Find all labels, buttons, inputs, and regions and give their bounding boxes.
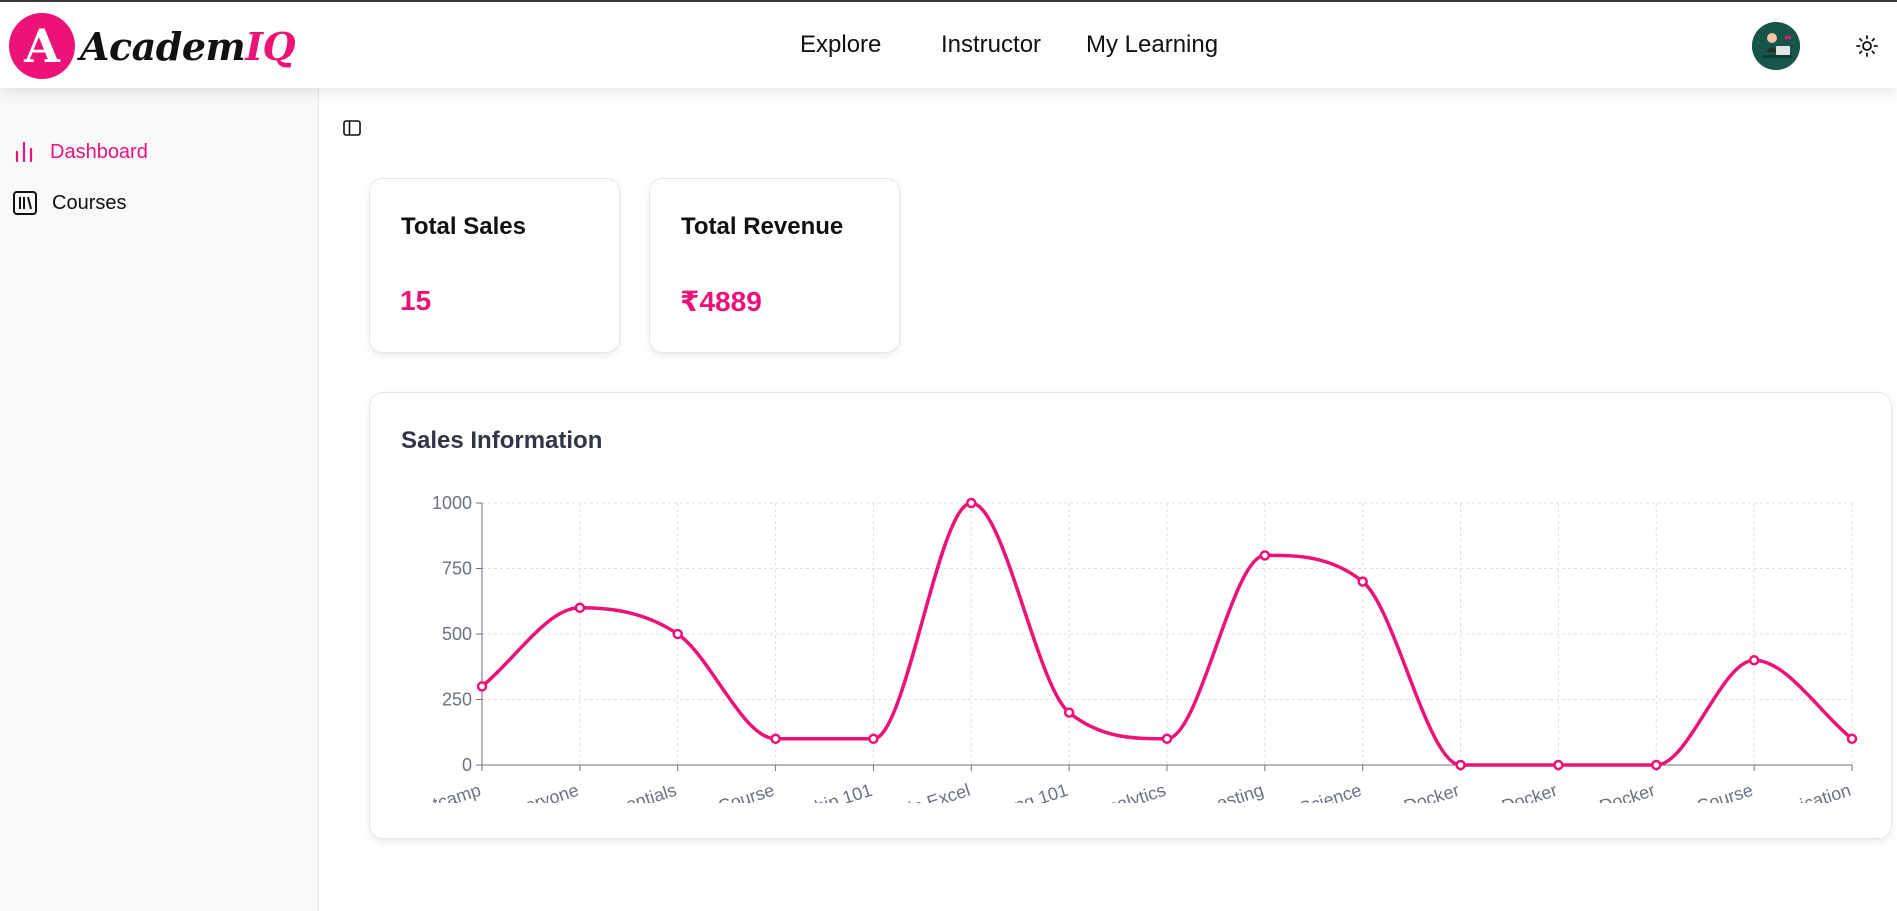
total-sales-value: 15 <box>400 285 432 316</box>
data-point <box>1748 654 1760 666</box>
logo-badge: A <box>9 13 75 79</box>
data-point <box>1259 550 1271 561</box>
total-revenue-value: ₹4889 <box>680 286 762 317</box>
library-icon <box>13 191 37 215</box>
total-sales-card: Total Sales 15 <box>369 178 620 353</box>
data-point <box>1846 733 1858 745</box>
x-tick-label: Docker <box>1597 780 1657 817</box>
data-point <box>770 733 781 745</box>
x-tick-label: nalytics <box>1105 780 1168 818</box>
x-tick-label: ng 101 <box>1012 780 1071 816</box>
total-revenue-card: Total Revenue ₹4889 <box>649 178 900 353</box>
y-tick-label: 250 <box>442 690 472 710</box>
x-tick-label: Course <box>715 780 776 817</box>
sidebar-toggle-icon[interactable] <box>342 118 362 138</box>
top-navbar: A AcademIQ Explore Instructor My Learnin… <box>0 2 1897 88</box>
data-point <box>1357 576 1368 587</box>
brand-name-part2: IQ <box>245 23 296 69</box>
sales-line-chart: 0 250 500 750 1000 tcamp eryone entials Course hi… <box>430 493 1858 819</box>
data-point <box>868 733 879 745</box>
x-tick-label: ication <box>1798 780 1854 815</box>
y-tick-label: 0 <box>462 755 472 775</box>
x-tick-label: hip 101 <box>812 780 874 817</box>
x-tick-labels: tcamp eryone entials Course hip 101 in Excel n… <box>430 780 1854 819</box>
user-avatar[interactable] <box>1752 22 1800 70</box>
data-point <box>1161 733 1173 745</box>
data-point <box>672 628 683 640</box>
brand-logo[interactable]: A AcademIQ <box>9 13 296 79</box>
data-point <box>574 602 586 614</box>
sidebar: Dashboard Courses <box>0 88 319 911</box>
x-tick-label: entials <box>623 780 679 815</box>
bar-chart-icon <box>15 141 33 163</box>
sun-icon[interactable] <box>1855 34 1879 58</box>
sidebar-item-dashboard[interactable]: Dashboard <box>12 140 148 164</box>
sales-chart-card: Sales Information 0 250 500 750 1000 tcamp ery… <box>369 392 1892 839</box>
x-tick-label: Course <box>1694 780 1755 817</box>
data-point <box>1651 759 1662 771</box>
nav-instructor[interactable]: Instructor <box>941 31 1041 59</box>
total-revenue-title: Total Revenue <box>681 213 844 240</box>
brand-name: AcademIQ <box>80 23 296 69</box>
x-tick-label: in Excel <box>906 780 972 818</box>
sidebar-item-courses[interactable]: Courses <box>12 190 126 216</box>
x-tick-label: eryone <box>523 780 582 816</box>
x-tick-label: esting <box>1214 780 1266 814</box>
x-tick-label: Docker <box>1401 780 1461 817</box>
nav-my-learning[interactable]: My Learning <box>1086 31 1218 59</box>
data-point <box>476 681 488 692</box>
data-point <box>1063 707 1075 718</box>
nav-explore[interactable]: Explore <box>800 31 881 59</box>
sidebar-item-label: Courses <box>52 191 127 214</box>
y-tick-label: 500 <box>442 624 472 644</box>
x-tick-label: Docker <box>1499 780 1559 817</box>
sidebar-item-label: Dashboard <box>50 140 148 163</box>
data-point <box>966 497 977 509</box>
y-tick-label: 750 <box>442 559 472 579</box>
data-point <box>1553 759 1564 771</box>
x-tick-label: tcamp <box>430 780 483 814</box>
data-point <box>1455 759 1466 771</box>
x-tick-label: Science <box>1297 780 1364 819</box>
brand-name-part1: Academ <box>80 23 246 69</box>
y-tick-label: 1000 <box>432 493 472 513</box>
total-sales-title: Total Sales <box>401 213 526 240</box>
